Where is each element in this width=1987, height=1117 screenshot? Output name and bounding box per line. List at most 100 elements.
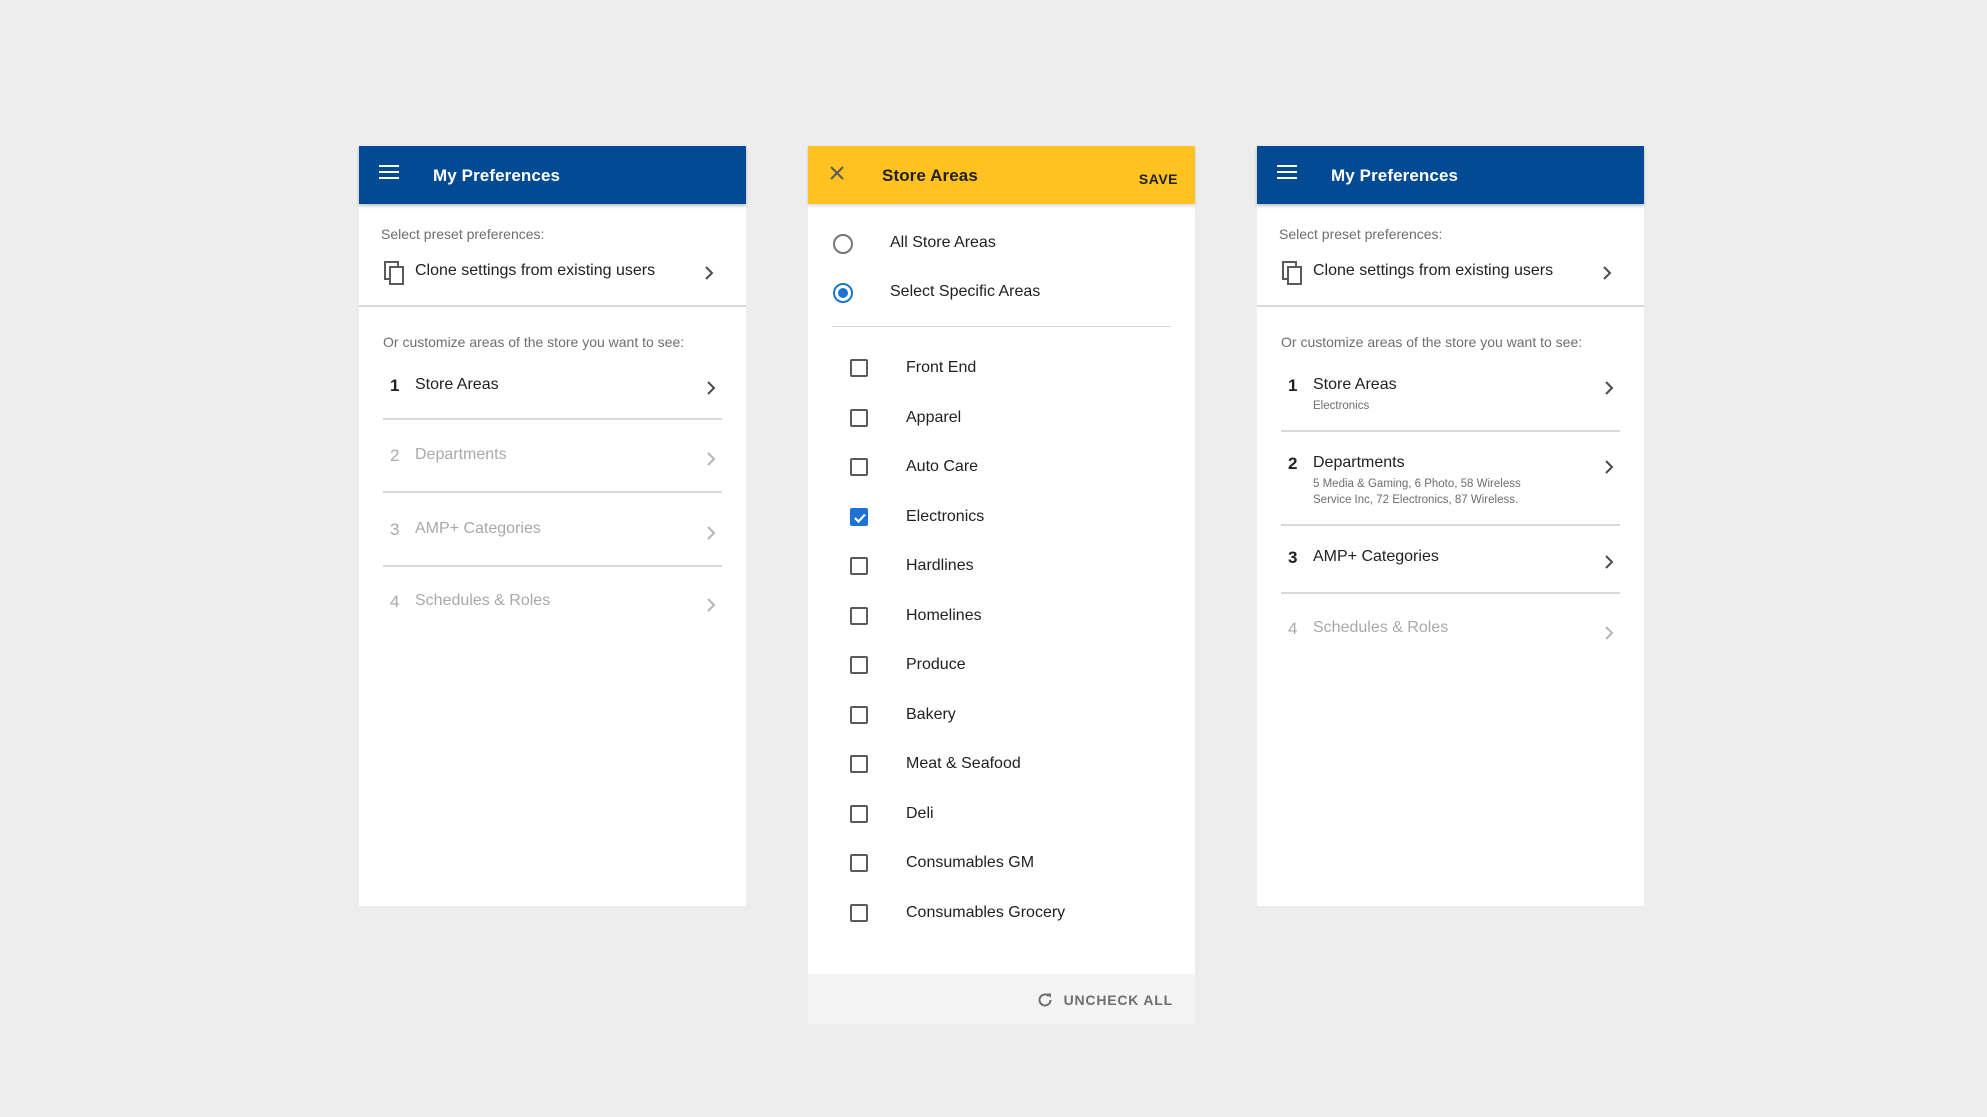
checkmark-icon <box>854 513 866 524</box>
store-areas-dialog: Store Areas SAVE All Store Areas Select … <box>808 146 1195 1024</box>
step-number: 1 <box>390 376 400 395</box>
area-bakery[interactable]: Bakery <box>808 695 1195 735</box>
uncheck-all-button[interactable]: UNCHECK ALL <box>1036 991 1173 1009</box>
checkbox[interactable] <box>850 706 868 724</box>
checkbox[interactable] <box>850 359 868 377</box>
checkbox-checked[interactable] <box>850 508 868 526</box>
radio-all-store-areas[interactable]: All Store Areas <box>808 224 1195 264</box>
area-produce[interactable]: Produce <box>808 645 1195 685</box>
page-title: Store Areas <box>882 166 978 185</box>
step-summary: Electronics <box>1313 400 1370 412</box>
area-label: Meat & Seafood <box>906 755 1021 772</box>
step-label: Store Areas <box>1313 376 1397 393</box>
step-number: 4 <box>390 592 400 611</box>
chevron-right-icon <box>707 598 716 612</box>
divider <box>1281 430 1620 432</box>
page-title: My Preferences <box>1331 166 1459 185</box>
chevron-right-icon <box>707 526 716 540</box>
step-label: AMP+ Categories <box>1313 548 1439 565</box>
area-label: Electronics <box>906 508 985 525</box>
clone-settings-label: Clone settings from existing users <box>1313 262 1554 279</box>
app-bar: My Preferences <box>359 146 746 204</box>
step-departments[interactable]: 2 Departments 5 Media & Gaming, 6 Photo,… <box>1257 450 1644 520</box>
step-amp-categories[interactable]: 3 AMP+ Categories <box>1257 544 1644 596</box>
step-schedules-roles[interactable]: 4 Schedules & Roles <box>1257 615 1644 667</box>
radio-select-specific-areas[interactable]: Select Specific Areas <box>808 273 1195 313</box>
menu-icon[interactable] <box>379 165 399 181</box>
divider <box>1281 592 1620 594</box>
chevron-right-icon <box>1603 266 1612 280</box>
step-label: Schedules & Roles <box>415 592 551 609</box>
uncheck-all-label: UNCHECK ALL <box>1063 992 1173 1008</box>
step-store-areas[interactable]: 1 Store Areas Electronics <box>1257 372 1644 430</box>
divider <box>1257 305 1644 307</box>
area-label: Apparel <box>906 409 962 426</box>
area-electronics[interactable]: Electronics <box>808 497 1195 537</box>
divider <box>1281 524 1620 526</box>
checkbox[interactable] <box>850 805 868 823</box>
chevron-right-icon <box>1605 626 1614 640</box>
area-apparel[interactable]: Apparel <box>808 398 1195 438</box>
menu-icon[interactable] <box>1277 165 1297 181</box>
step-number: 1 <box>1288 376 1298 395</box>
step-departments[interactable]: 2 Departments <box>359 442 746 494</box>
preferences-screen-initial: My Preferences Select preset preferences… <box>359 146 746 906</box>
area-label: Bakery <box>906 706 956 723</box>
step-store-areas[interactable]: 1 Store Areas <box>359 372 746 424</box>
customize-label: Or customize areas of the store you want… <box>1281 334 1583 350</box>
divider <box>383 418 722 420</box>
area-auto-care[interactable]: Auto Care <box>808 447 1195 487</box>
step-amp-categories[interactable]: 3 AMP+ Categories <box>359 516 746 568</box>
step-label: Departments <box>415 446 507 463</box>
radio-button[interactable] <box>833 234 853 254</box>
area-consumables-gm[interactable]: Consumables GM <box>808 843 1195 883</box>
area-consumables-grocery[interactable]: Consumables Grocery <box>808 893 1195 933</box>
app-bar: My Preferences <box>1257 146 1644 204</box>
clone-settings-label: Clone settings from existing users <box>415 262 656 279</box>
area-label: Consumables Grocery <box>906 904 1066 921</box>
chevron-right-icon <box>1605 555 1614 569</box>
area-homelines[interactable]: Homelines <box>808 596 1195 636</box>
area-label: Hardlines <box>906 557 974 574</box>
step-label: Schedules & Roles <box>1313 619 1449 636</box>
checkbox[interactable] <box>850 904 868 922</box>
checkbox[interactable] <box>850 458 868 476</box>
area-front-end[interactable]: Front End <box>808 348 1195 388</box>
checkbox[interactable] <box>850 854 868 872</box>
checkbox[interactable] <box>850 755 868 773</box>
step-number: 4 <box>1288 619 1298 638</box>
area-deli[interactable]: Deli <box>808 794 1195 834</box>
app-bar: Store Areas SAVE <box>808 146 1195 204</box>
preferences-screen-configured: My Preferences Select preset preferences… <box>1257 146 1644 906</box>
chevron-right-icon <box>1605 381 1614 395</box>
clone-settings-row[interactable]: Clone settings from existing users <box>1257 253 1644 293</box>
step-number: 2 <box>1288 454 1298 473</box>
refresh-icon <box>1038 993 1052 1007</box>
chevron-right-icon <box>1605 460 1614 474</box>
step-label: Departments <box>1313 454 1405 471</box>
area-label: Homelines <box>906 607 982 624</box>
area-hardlines[interactable]: Hardlines <box>808 546 1195 586</box>
clone-settings-row[interactable]: Clone settings from existing users <box>359 253 746 293</box>
copy-icon <box>1282 261 1302 285</box>
radio-button[interactable] <box>833 283 853 303</box>
close-icon[interactable] <box>826 162 848 184</box>
area-label: Produce <box>906 656 966 673</box>
checkbox[interactable] <box>850 656 868 674</box>
save-button[interactable]: SAVE <box>1139 171 1178 187</box>
checkbox[interactable] <box>850 607 868 625</box>
step-label: Store Areas <box>415 376 499 393</box>
checkbox[interactable] <box>850 409 868 427</box>
area-label: Deli <box>906 805 934 822</box>
step-number: 2 <box>390 446 400 465</box>
checkbox[interactable] <box>850 557 868 575</box>
chevron-right-icon <box>705 266 714 280</box>
chevron-right-icon <box>707 381 716 395</box>
copy-icon <box>384 261 404 285</box>
area-meat-seafood[interactable]: Meat & Seafood <box>808 744 1195 784</box>
step-number: 3 <box>390 520 400 539</box>
step-number: 3 <box>1288 548 1298 567</box>
chevron-right-icon <box>707 452 716 466</box>
step-schedules-roles[interactable]: 4 Schedules & Roles <box>359 588 746 640</box>
area-label: Front End <box>906 359 977 376</box>
